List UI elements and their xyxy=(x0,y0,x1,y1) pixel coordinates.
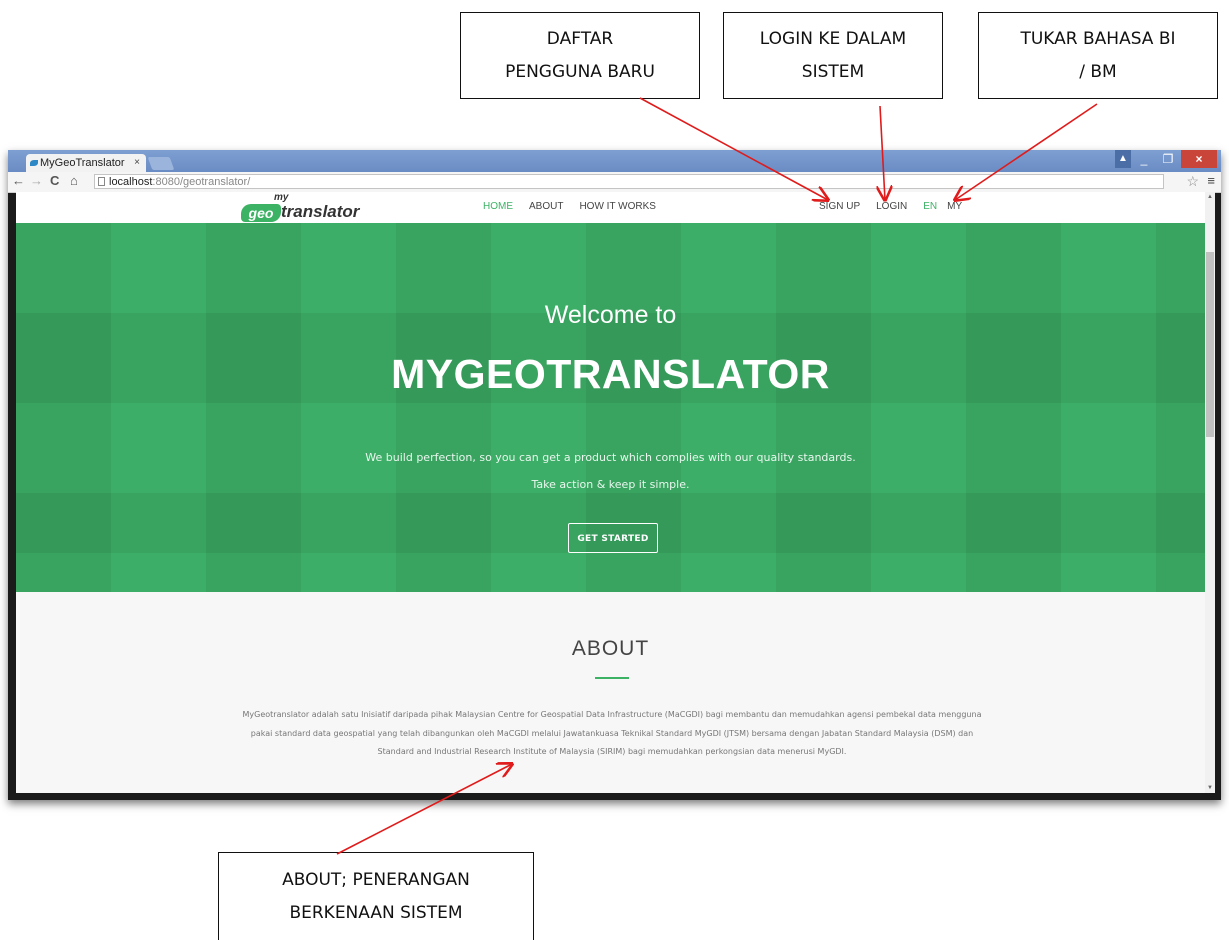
about-divider xyxy=(595,677,629,679)
new-tab-button[interactable] xyxy=(147,157,175,170)
callout-text: DAFTAR xyxy=(546,28,614,49)
scroll-thumb[interactable] xyxy=(1206,252,1214,437)
url-host: localhost xyxy=(109,176,153,188)
lang-my[interactable]: MY xyxy=(947,201,962,212)
hero-welcome: Welcome to xyxy=(544,301,677,329)
user-icon[interactable]: ▲ xyxy=(1115,150,1131,168)
browser-window: MyGeoTranslator × ▲ _ ❐ × ← → C ⌂ localh… xyxy=(8,150,1221,800)
nav-home[interactable]: HOME xyxy=(483,201,513,212)
callout-login: LOGIN KE DALAM SISTEM xyxy=(723,12,943,99)
logo-geo: geo xyxy=(241,204,281,222)
callout-text: TUKAR BAHASA BI xyxy=(1020,28,1176,49)
tab-close-icon[interactable]: × xyxy=(134,154,140,172)
maximize-button[interactable]: ❐ xyxy=(1157,150,1179,168)
nav-how-it-works[interactable]: HOW IT WORKS xyxy=(579,201,655,212)
callout-language: TUKAR BAHASA BI / BM xyxy=(978,12,1218,99)
scroll-up-icon[interactable]: ▲ xyxy=(1207,194,1213,200)
hero-subtagline: Take action & keep it simple. xyxy=(531,478,690,491)
vertical-scrollbar[interactable]: ▲ ▼ xyxy=(1205,192,1215,793)
minimize-button[interactable]: _ xyxy=(1133,150,1155,168)
hero-banner: Welcome to MYGEOTRANSLATOR We build perf… xyxy=(16,223,1205,592)
page-viewport: my geo translator HOME ABOUT HOW IT WORK… xyxy=(16,192,1205,793)
address-bar[interactable]: localhost:8080/geotranslator/ xyxy=(94,174,1164,189)
browser-toolbar: ← → C ⌂ localhost:8080/geotranslator/ ☆ … xyxy=(8,172,1221,193)
callout-signup: DAFTAR PENGGUNA BARU xyxy=(460,12,700,99)
home-icon[interactable]: ⌂ xyxy=(70,173,78,188)
about-description: MyGeotranslator adalah satu Inisiatif da… xyxy=(242,710,982,756)
callout-text: ABOUT; PENERANGAN xyxy=(282,869,470,890)
close-button[interactable]: × xyxy=(1181,150,1217,168)
about-title: ABOUT xyxy=(571,637,650,660)
tab-title: MyGeoTranslator xyxy=(40,157,125,169)
bookmark-star-icon[interactable]: ☆ xyxy=(1186,173,1199,190)
lang-en[interactable]: EN xyxy=(923,201,937,212)
scroll-down-icon[interactable]: ▼ xyxy=(1207,785,1213,791)
page-icon xyxy=(98,177,105,186)
user-nav: SIGN UP LOGIN EN MY xyxy=(819,201,962,212)
about-section: ABOUT MyGeotranslator adalah satu Inisia… xyxy=(16,592,1205,793)
site-navbar: my geo translator HOME ABOUT HOW IT WORK… xyxy=(16,192,1205,223)
menu-icon[interactable]: ≡ xyxy=(1207,173,1215,188)
nav-sign-up[interactable]: SIGN UP xyxy=(819,201,860,212)
back-icon[interactable]: ← xyxy=(12,173,25,188)
main-nav: HOME ABOUT HOW IT WORKS xyxy=(483,201,656,212)
callout-text: LOGIN KE DALAM xyxy=(759,28,907,49)
url-path: :8080/geotranslator/ xyxy=(152,176,251,188)
nav-login[interactable]: LOGIN xyxy=(876,201,907,212)
callout-text: BERKENAAN SISTEM xyxy=(289,902,463,923)
callout-text: SISTEM xyxy=(801,61,865,82)
hero-tagline: We build perfection, so you can get a pr… xyxy=(365,451,856,464)
nav-about[interactable]: ABOUT xyxy=(529,201,563,212)
callout-about: ABOUT; PENERANGAN BERKENAAN SISTEM xyxy=(218,852,534,940)
browser-tab[interactable]: MyGeoTranslator × xyxy=(26,154,146,172)
get-started-button[interactable]: GET STARTED xyxy=(568,523,658,553)
forward-icon[interactable]: → xyxy=(30,173,43,188)
callout-text: PENGGUNA BARU xyxy=(505,61,655,82)
reload-icon[interactable]: C xyxy=(50,173,59,188)
hero-title: MYGEOTRANSLATOR xyxy=(391,351,830,397)
callout-text: / BM xyxy=(1079,61,1117,82)
window-controls: ▲ _ ❐ × xyxy=(1113,150,1217,168)
favicon-icon xyxy=(30,160,38,166)
logo-text: translator xyxy=(281,202,360,221)
tab-bar: MyGeoTranslator × ▲ _ ❐ × xyxy=(8,150,1221,172)
